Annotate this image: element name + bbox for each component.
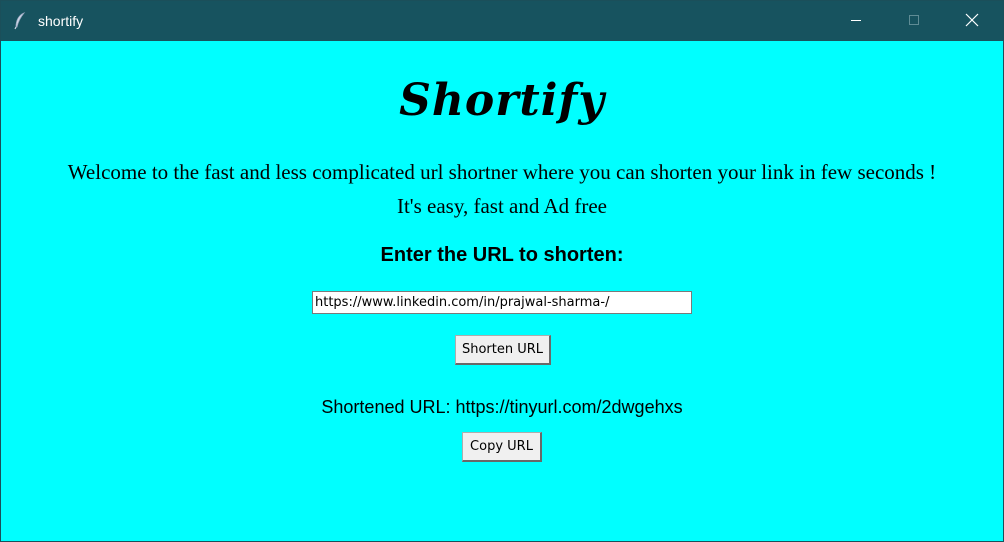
url-input-label: Enter the URL to shorten: [380, 244, 624, 266]
close-icon [965, 13, 979, 30]
welcome-text: Welcome to the fast and less complicated… [67, 160, 937, 184]
window-title: shortify [38, 13, 84, 29]
tagline-text: It's easy, fast and Ad free [396, 194, 607, 218]
feather-icon [13, 12, 27, 30]
maximize-button[interactable] [885, 1, 943, 41]
url-input[interactable] [312, 291, 692, 314]
shortened-url-result: Shortened URL: https://tinyurl.com/2dwge… [321, 397, 683, 417]
maximize-icon [908, 13, 920, 29]
minimize-icon [850, 13, 862, 29]
main-content: Shortify Welcome to the fast and less co… [1, 41, 1003, 541]
minimize-button[interactable] [827, 1, 885, 41]
close-button[interactable] [943, 1, 1001, 41]
app-window: shortify Shortify Welcome to the fast an… [0, 0, 1004, 542]
shorten-url-button[interactable]: Shorten URL [455, 335, 551, 365]
title-bar[interactable]: shortify [1, 1, 1003, 41]
copy-url-button[interactable]: Copy URL [462, 432, 542, 462]
app-title: Shortify [399, 75, 605, 126]
